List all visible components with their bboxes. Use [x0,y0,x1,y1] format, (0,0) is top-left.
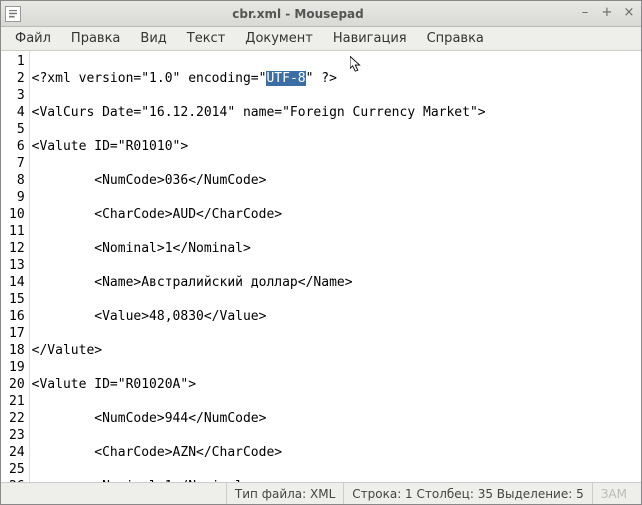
code-line: <Valute ID="R01020A"> [32,376,639,393]
code-line: <CharCode>AZN</CharCode> [32,444,639,461]
code-line: <ValCurs Date="16.12.2014" name="Foreign… [32,104,639,121]
editor[interactable]: 1234567891011121314151617181920212223242… [1,51,641,482]
status-overwrite: ЗАМ [592,483,635,504]
code-line: <NumCode>036</NumCode> [32,172,639,189]
line-number-gutter: 1234567891011121314151617181920212223242… [1,51,30,482]
window-title: cbr.xml - Mousepad [25,7,571,21]
menu-edit[interactable]: Правка [63,29,128,48]
close-button[interactable]: × [621,6,637,22]
code-line: <Value>48,0830</Value> [32,308,639,325]
status-position: Строка: 1 Столбец: 35 Выделение: 5 [343,483,591,504]
menu-document[interactable]: Документ [237,29,321,48]
menu-text[interactable]: Текст [179,29,234,48]
minimize-button[interactable]: – [577,6,593,22]
code-line: <Valute ID="R01010"> [32,138,639,155]
code-area[interactable]: <?xml version="1.0" encoding="UTF-8" ?> … [30,51,641,482]
code-line: <?xml version="1.0" encoding="UTF-8" ?> [32,70,639,87]
menu-file[interactable]: Файл [7,29,59,48]
status-filetype: Тип файла: XML [226,483,343,504]
selection: UTF-8 [266,71,305,86]
code-line: <NumCode>944</NumCode> [32,410,639,427]
titlebar: cbr.xml - Mousepad – + × [1,1,641,27]
code-line: </Valute> [32,342,639,359]
menu-view[interactable]: Вид [132,29,174,48]
maximize-button[interactable]: + [599,6,615,22]
statusbar: Тип файла: XML Строка: 1 Столбец: 35 Выд… [1,482,641,504]
menu-navigation[interactable]: Навигация [325,29,415,48]
menubar: Файл Правка Вид Текст Документ Навигация… [1,27,641,51]
cursor-icon [350,56,364,74]
code-line: <CharCode>AUD</CharCode> [32,206,639,223]
app-icon [5,6,21,22]
code-line: <Name>Австралийский доллар</Name> [32,274,639,291]
menu-help[interactable]: Справка [419,29,492,48]
code-line: <Nominal>1</Nominal> [32,240,639,257]
